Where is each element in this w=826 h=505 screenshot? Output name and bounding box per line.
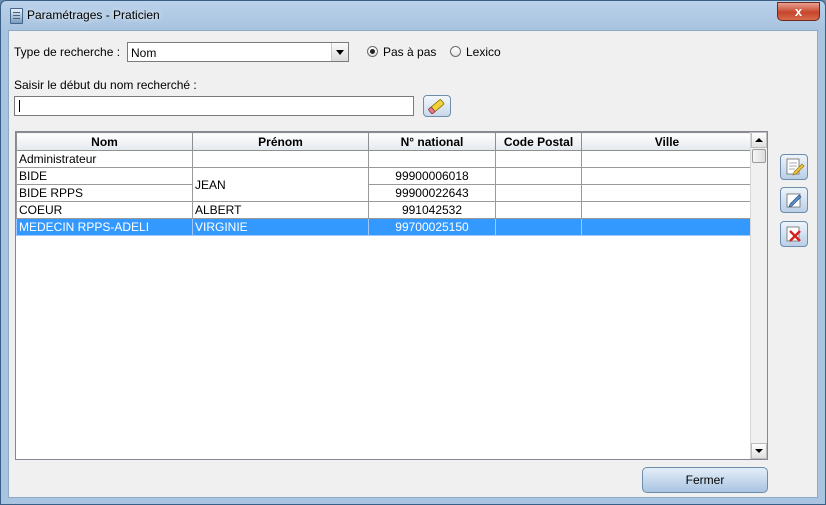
- text-caret: [19, 100, 20, 112]
- scroll-down-button[interactable]: [751, 443, 767, 459]
- cell-nom[interactable]: MEDECIN RPPS-ADELI: [16, 218, 193, 236]
- column-header-prenom[interactable]: Prénom: [192, 132, 369, 151]
- column-header-ville[interactable]: Ville: [581, 132, 753, 151]
- cell-nom[interactable]: Administrateur: [16, 150, 193, 168]
- cell-prenom[interactable]: ALBERT: [192, 201, 369, 219]
- table-row-selected[interactable]: MEDECIN RPPS-ADELI VIRGINIE 99700025150: [16, 218, 753, 236]
- cell-national[interactable]: 99700025150: [368, 218, 496, 236]
- pencil-edit-icon: [786, 193, 802, 208]
- eraser-icon: [428, 99, 445, 115]
- practitioner-grid: Nom Prénom N° national Code Postal Ville…: [16, 132, 753, 236]
- cell-cp[interactable]: [495, 184, 582, 202]
- clear-search-button[interactable]: [423, 95, 451, 117]
- table-header-row: Nom Prénom N° national Code Postal Ville: [16, 132, 753, 151]
- cell-cp[interactable]: [495, 150, 582, 168]
- column-header-code-postal[interactable]: Code Postal: [495, 132, 582, 151]
- table-row[interactable]: Administrateur: [16, 150, 753, 168]
- search-type-label: Type de recherche :: [14, 45, 121, 59]
- radio-lexico[interactable]: [450, 46, 461, 57]
- close-window-button[interactable]: x: [777, 2, 820, 21]
- practitioner-table: Nom Prénom N° national Code Postal Ville…: [15, 131, 768, 460]
- delete-icon: [786, 226, 801, 242]
- edit-icon: [786, 158, 805, 176]
- fermer-button[interactable]: Fermer: [642, 467, 768, 493]
- name-search-input[interactable]: [14, 96, 414, 116]
- table-row[interactable]: COEUR ALBERT 991042532: [16, 201, 753, 219]
- cell-cp[interactable]: [495, 201, 582, 219]
- cell-nom[interactable]: BIDE RPPS: [16, 184, 193, 202]
- cell-ville[interactable]: [581, 184, 753, 202]
- cell-prenom[interactable]: [192, 150, 369, 168]
- search-input-label: Saisir le début du nom recherché :: [14, 78, 197, 92]
- radio-lexico-label[interactable]: Lexico: [466, 45, 501, 59]
- cell-prenom[interactable]: VIRGINIE: [192, 218, 369, 236]
- vertical-scrollbar[interactable]: [750, 132, 767, 459]
- radio-pas-a-pas[interactable]: [367, 46, 378, 57]
- title-bar[interactable]: Paramétrages - Praticien x: [1, 1, 825, 29]
- cell-cp[interactable]: [495, 167, 582, 185]
- cell-national[interactable]: [368, 150, 496, 168]
- cell-national[interactable]: 99900006018: [368, 167, 496, 185]
- column-header-national[interactable]: N° national: [368, 132, 496, 151]
- cell-prenom[interactable]: JEAN: [192, 167, 369, 202]
- cell-nom[interactable]: COEUR: [16, 201, 193, 219]
- radio-pas-a-pas-label[interactable]: Pas à pas: [383, 45, 436, 59]
- dialog-window: Paramétrages - Praticien x Type de reche…: [0, 0, 826, 505]
- scroll-up-button[interactable]: [751, 132, 767, 148]
- edit-button[interactable]: [780, 154, 808, 180]
- app-icon: [10, 8, 23, 24]
- dialog-body: Type de recherche : Nom Pas à pas Lexico…: [8, 30, 818, 498]
- search-type-value: Nom: [131, 46, 157, 60]
- chevron-down-icon[interactable]: [331, 43, 348, 61]
- modify-button[interactable]: [780, 187, 808, 213]
- scroll-thumb[interactable]: [752, 149, 766, 163]
- window-title: Paramétrages - Praticien: [27, 8, 160, 22]
- background-window-blur: [201, 3, 761, 27]
- cell-ville[interactable]: [581, 201, 753, 219]
- table-row[interactable]: BIDE JEAN 99900006018: [16, 167, 753, 202]
- search-type-select[interactable]: Nom: [127, 42, 349, 62]
- cell-ville[interactable]: [581, 150, 753, 168]
- cell-nom[interactable]: BIDE: [16, 167, 193, 185]
- cell-ville[interactable]: [581, 218, 753, 236]
- table-row[interactable]: BIDE RPPS 99900022643: [16, 184, 753, 202]
- cell-national[interactable]: 991042532: [368, 201, 496, 219]
- delete-button[interactable]: [780, 221, 808, 247]
- cell-ville[interactable]: [581, 167, 753, 185]
- cell-cp[interactable]: [495, 218, 582, 236]
- cell-national[interactable]: 99900022643: [368, 184, 496, 202]
- column-header-nom[interactable]: Nom: [16, 132, 193, 151]
